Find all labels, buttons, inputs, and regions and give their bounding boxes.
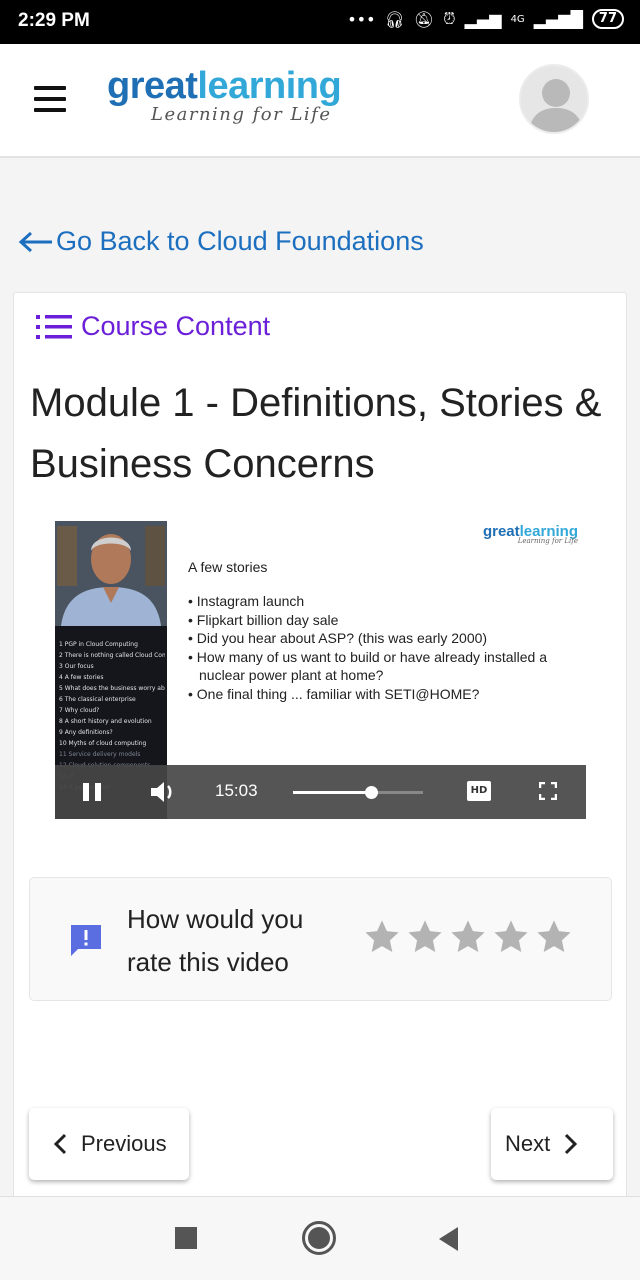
headphones-icon: 🎧︎ [384, 9, 405, 29]
seek-bar[interactable] [293, 786, 423, 799]
slide-bullet: • One final thing ... familiar with SETI… [188, 685, 480, 702]
next-label: Next [505, 1131, 551, 1156]
slide-bullet: • How many of us want to build or have a… [188, 648, 547, 684]
arrow-left-icon [18, 231, 52, 252]
star-icon[interactable] [535, 918, 573, 956]
notification-dots-icon: ••• [347, 9, 376, 29]
logo-great: great [107, 65, 198, 107]
video-slide: greatlearning Learning for Life A few st… [167, 521, 586, 765]
toc-item: 3 Our focus [59, 663, 94, 670]
toc-item: 6 The classical enterprise [59, 696, 136, 703]
toc-item: 10 Myths of cloud computing [59, 740, 147, 747]
alarm-icon: ⏰︎ [443, 9, 456, 28]
course-content-button[interactable]: Course Content [35, 311, 270, 342]
rating-prompt: How would you rate this video [127, 904, 304, 977]
course-content-label: Course Content [81, 311, 271, 341]
star-icon[interactable] [363, 918, 401, 956]
slide-bullets: • Instagram launch • Flipkart billion day… [188, 592, 586, 703]
toc-item: 5 What does the business worry about? [59, 685, 165, 692]
chevron-left-icon [53, 1133, 67, 1155]
toc-item: 2 There is nothing called Cloud Computin… [59, 652, 165, 659]
pause-button[interactable] [83, 783, 101, 801]
toc-item: 4 A few stories [59, 674, 104, 681]
video-time: 15:03 [215, 781, 258, 800]
star-icon[interactable] [492, 918, 530, 956]
chevron-right-icon [565, 1133, 578, 1155]
go-back-link[interactable]: Go Back to Cloud Foundations [18, 226, 424, 257]
toc-item: 7 Why cloud? [59, 707, 100, 714]
previous-button[interactable]: Previous [29, 1108, 189, 1180]
slide-bullet: • Flipkart billion day sale [188, 611, 339, 628]
slide-heading: A few stories [188, 559, 268, 575]
app-header: greatlearning Learning for Life [0, 44, 640, 158]
status-bar: 2:29 PM ••• 🎧︎ 🔕︎ ⏰︎ ▂▄▆ 4G ▂▄▆█ 77 [0, 0, 640, 44]
next-button[interactable]: Next [491, 1108, 613, 1180]
star-rating[interactable] [363, 918, 573, 956]
signal-icon: ▂▄▆ [464, 9, 502, 29]
greatlearning-logo[interactable]: greatlearning Learning for Life [107, 65, 342, 125]
battery-icon: 77 [591, 9, 624, 29]
slide-logo: greatlearning Learning for Life [483, 523, 578, 545]
previous-label: Previous [81, 1131, 167, 1156]
volume-icon[interactable] [149, 779, 177, 805]
logo-learning: learning [197, 65, 342, 107]
android-nav-bar [0, 1196, 640, 1280]
slide-bullet: • Instagram launch [188, 593, 305, 609]
status-time: 2:29 PM [18, 10, 90, 31]
back-button[interactable] [438, 1226, 460, 1252]
video-player[interactable]: 1 PGP in Cloud Computing 2 There is nothi… [55, 521, 586, 819]
course-card: Course Content Module 1 - Definitions, S… [13, 292, 627, 1212]
rating-box: How would you rate this video [29, 877, 612, 1001]
fullscreen-icon[interactable] [539, 782, 557, 800]
toc-item: 1 PGP in Cloud Computing [59, 641, 138, 648]
list-icon [36, 314, 72, 339]
feedback-icon [71, 925, 101, 956]
seek-handle[interactable] [365, 786, 378, 799]
hd-quality-button[interactable]: HD [467, 781, 491, 801]
menu-icon[interactable] [34, 86, 66, 112]
recents-button[interactable] [175, 1227, 197, 1249]
avatar[interactable] [519, 64, 589, 134]
status-icons: ••• 🎧︎ 🔕︎ ⏰︎ ▂▄▆ 4G ▂▄▆█ 77 [347, 9, 624, 29]
toc-item: 11 Service delivery models [59, 751, 141, 758]
seek-fill [293, 791, 371, 794]
logo-tagline: Learning for Life [151, 104, 332, 125]
user-icon [529, 79, 583, 132]
network-type-icon: 4G [510, 13, 525, 25]
toc-item: 8 A short history and evolution [59, 718, 152, 725]
toc-item: 9 Any definitions? [59, 729, 113, 736]
presenter-image [55, 521, 167, 626]
star-icon[interactable] [406, 918, 444, 956]
go-back-label: Go Back to Cloud Foundations [56, 226, 424, 256]
video-controls: 15:03 HD [55, 765, 586, 819]
signal-strong-icon: ▂▄▆█ [533, 9, 583, 29]
star-icon[interactable] [449, 918, 487, 956]
module-title: Module 1 - Definitions, Stories & Busine… [30, 381, 602, 486]
mute-bell-icon: 🔕︎ [413, 9, 435, 29]
home-button[interactable] [302, 1221, 336, 1255]
slide-bullet: • Did you hear about ASP? (this was earl… [188, 630, 488, 646]
